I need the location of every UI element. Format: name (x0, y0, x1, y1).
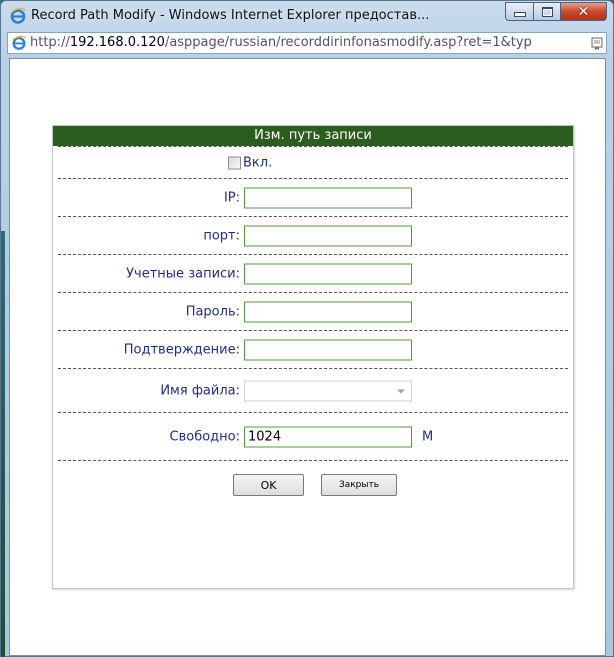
record-path-panel: Изм. путь записи Вкл. IP: порт: Учетные … (52, 125, 574, 589)
enable-row: Вкл. (58, 146, 568, 179)
maximize-icon (541, 6, 553, 17)
minimize-button[interactable] (505, 2, 533, 21)
page-content: Изм. путь записи Вкл. IP: порт: Учетные … (9, 58, 606, 656)
free-input[interactable] (244, 426, 412, 447)
password-label: Пароль: (185, 304, 240, 319)
close-window-button[interactable]: ✕ (560, 2, 607, 21)
button-row: OK Закрыть (53, 461, 573, 509)
window-edge (1, 231, 5, 657)
url-prefix: http:// (30, 35, 70, 50)
free-row: Свободно: M (58, 413, 568, 461)
ie-icon (9, 7, 27, 25)
address-url[interactable]: http://192.168.0.120/asppage/russian/rec… (30, 35, 576, 50)
address-bar[interactable]: http://192.168.0.120/asppage/russian/rec… (7, 32, 607, 54)
certificate-icon[interactable] (591, 36, 603, 50)
url-path: /asppage/russian/recorddirinfonasmodify.… (164, 35, 532, 50)
chevron-down-icon (397, 389, 405, 393)
enable-checkbox[interactable] (228, 156, 241, 169)
title-bar[interactable]: Record Path Modify - Windows Internet Ex… (1, 1, 613, 31)
port-label: порт: (203, 228, 240, 243)
filename-label: Имя файла: (160, 383, 240, 398)
close-button[interactable]: Закрыть (321, 474, 397, 496)
confirm-row: Подтверждение: (58, 331, 568, 369)
url-host: 192.168.0.120 (69, 35, 165, 50)
accounts-label: Учетные записи: (126, 266, 240, 281)
filename-select[interactable] (244, 380, 412, 401)
ip-label: IP: (223, 190, 240, 205)
port-input[interactable] (244, 225, 412, 246)
close-icon: ✕ (577, 3, 590, 20)
form-rows: Вкл. IP: порт: Учетные записи: Пароль: П… (53, 146, 573, 461)
confirm-label: Подтверждение: (123, 342, 240, 357)
minimize-icon (513, 12, 526, 17)
accounts-row: Учетные записи: (58, 255, 568, 293)
free-label: Свободно: (169, 429, 240, 444)
ok-button[interactable]: OK (233, 474, 304, 496)
browser-window: Record Path Modify - Windows Internet Ex… (0, 0, 614, 657)
page-ie-icon (10, 34, 28, 52)
ip-row: IP: (58, 179, 568, 217)
confirm-input[interactable] (244, 339, 412, 360)
free-unit: M (422, 429, 434, 444)
maximize-button[interactable] (533, 2, 560, 21)
ip-input[interactable] (244, 187, 412, 208)
panel-header: Изм. путь записи (53, 126, 573, 146)
filename-row: Имя файла: (58, 369, 568, 413)
window-title: Record Path Modify - Windows Internet Ex… (31, 8, 430, 23)
enable-label: Вкл. (243, 155, 273, 170)
port-row: порт: (58, 217, 568, 255)
password-row: Пароль: (58, 293, 568, 331)
caption-buttons: ✕ (505, 2, 607, 22)
enable-checkbox-wrap: Вкл. (228, 155, 272, 170)
accounts-input[interactable] (244, 263, 412, 284)
password-input[interactable] (244, 301, 412, 322)
